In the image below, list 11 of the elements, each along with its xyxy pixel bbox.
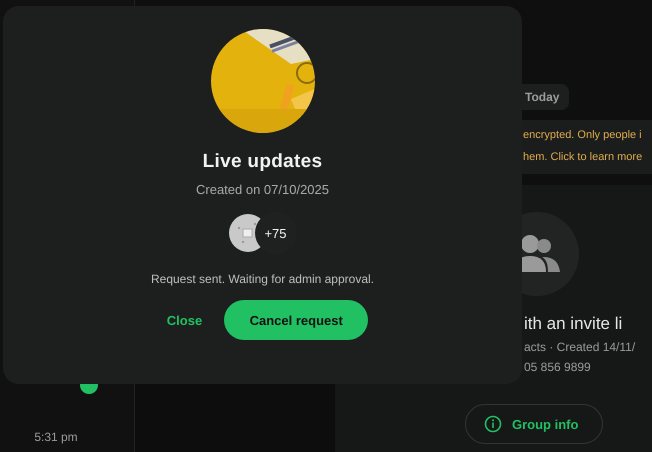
status-message: Request sent. Waiting for admin approval. <box>150 272 374 286</box>
group-meta: acts · Created 14/11/ <box>524 340 636 354</box>
group-title: ith an invite li <box>524 314 622 334</box>
group-info-button[interactable]: Group info <box>465 404 603 444</box>
chat-time: 5:31 pm <box>34 430 78 444</box>
cancel-request-button[interactable]: Cancel request <box>224 300 368 340</box>
close-button[interactable]: Close <box>166 306 202 334</box>
dialog-title: Live updates <box>202 151 322 173</box>
info-icon <box>484 415 502 433</box>
phone-number: 05 856 9899 <box>524 360 591 374</box>
created-date: Created on 07/10/2025 <box>196 182 329 197</box>
